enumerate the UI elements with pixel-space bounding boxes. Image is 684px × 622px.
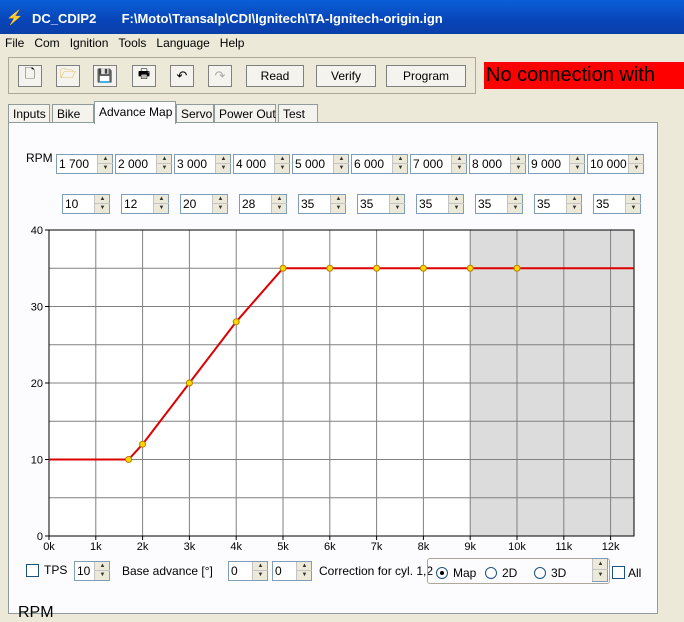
tps-label: TPS xyxy=(44,563,68,577)
all-label: All xyxy=(628,566,642,580)
spinner-arrows-icon[interactable]: ▲ ▼ xyxy=(94,562,110,580)
advance-curve-point xyxy=(419,264,427,272)
advance-curve-point xyxy=(139,440,147,448)
x-tick-label: 9k xyxy=(464,541,476,553)
x-tick-label: 12k xyxy=(602,541,620,553)
y-tick-label: 0 xyxy=(37,531,43,543)
x-tick-label: 3k xyxy=(184,541,196,553)
view-3d-radio[interactable] xyxy=(534,567,546,579)
y-tick-label: 40 xyxy=(31,225,43,237)
advance-curve-point xyxy=(185,379,193,387)
advance-curve-point xyxy=(326,264,334,272)
advance-curve-point xyxy=(232,318,240,326)
advance-curve-point xyxy=(125,456,133,463)
base-advance-spinner[interactable]: 10 ▲ ▼ xyxy=(74,561,110,581)
base-advance-label: Base advance [°] xyxy=(122,564,213,578)
x-tick-label: 7k xyxy=(371,541,383,553)
advance-curve-point xyxy=(513,264,521,272)
y-tick-label: 20 xyxy=(31,378,43,390)
spinner-arrows-icon[interactable]: ▲ ▼ xyxy=(296,562,312,580)
advance-curve-point xyxy=(279,264,287,272)
spinner-arrows-icon[interactable]: ▲ ▼ xyxy=(592,559,608,581)
y-tick-label: 10 xyxy=(31,455,43,467)
tab-advance-map[interactable]: Advance Map xyxy=(94,101,176,124)
footer-rpm-label: RPM xyxy=(18,604,54,621)
all-checkbox[interactable] xyxy=(612,566,625,579)
x-tick-label: 2k xyxy=(137,541,149,553)
tps-checkbox[interactable] xyxy=(26,564,39,577)
x-tick-label: 1k xyxy=(90,541,102,553)
advance-curve-point xyxy=(466,264,474,272)
view-3d-label: 3D xyxy=(551,566,567,580)
advance-map-chart[interactable]: 0k 1k 2k 3k 4k 5k 6k 7k 8k 9k 10k 11k 12k 0 10 20 30 40 xyxy=(0,0,684,614)
view-spinner[interactable]: ▲ ▼ xyxy=(592,558,608,582)
x-tick-label: 5k xyxy=(277,541,289,553)
spinner-arrows-icon[interactable]: ▲ ▼ xyxy=(252,562,268,580)
correction-cyl2-spinner[interactable]: 0 ▲ ▼ xyxy=(272,561,312,581)
x-tick-label: 8k xyxy=(418,541,430,553)
x-tick-label: 10k xyxy=(508,541,526,553)
y-tick-label: 30 xyxy=(31,302,43,314)
correction-label: Correction for cyl. 1,2 xyxy=(319,564,434,578)
view-map-label: Map xyxy=(453,566,477,580)
view-2d-radio[interactable] xyxy=(485,567,497,579)
advance-curve-point xyxy=(373,264,381,272)
view-map-radio[interactable] xyxy=(436,567,448,579)
view-2d-label: 2D xyxy=(502,566,518,580)
x-tick-label: 11k xyxy=(555,541,572,553)
x-tick-label: 0k xyxy=(43,541,55,553)
x-tick-label: 6k xyxy=(324,541,336,553)
x-tick-label: 4k xyxy=(230,541,242,553)
correction-cyl1-spinner[interactable]: 0 ▲ ▼ xyxy=(228,561,268,581)
